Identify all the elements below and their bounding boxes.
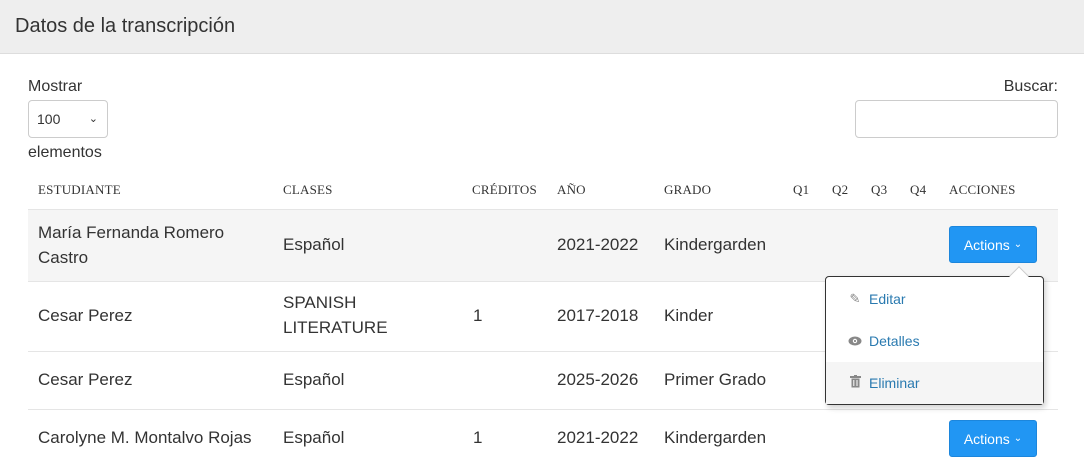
header-q2[interactable]: Q2: [832, 182, 848, 198]
chevron-down-icon: ⌄: [1013, 433, 1023, 444]
search-label: Buscar:: [1003, 78, 1058, 95]
header-student[interactable]: ESTUDIANTE: [38, 182, 121, 198]
actions-button[interactable]: Actions ⌄: [949, 420, 1037, 457]
page-length-select[interactable]: 100 ⌄: [28, 100, 108, 138]
eye-icon: [848, 334, 862, 349]
cell-classes: Español: [283, 370, 345, 389]
header-q3[interactable]: Q3: [871, 182, 887, 198]
cell-credits: 1: [473, 306, 483, 325]
header-q4[interactable]: Q4: [910, 182, 926, 198]
actions-dropdown-menu: ✎ Editar Detalles Eliminar: [825, 266, 1044, 405]
menu-item-label: Editar: [869, 291, 906, 307]
cell-grade: Kinder: [664, 306, 714, 325]
cell-student: Cesar Perez: [38, 370, 133, 389]
length-suffix: elementos: [28, 144, 102, 161]
menu-item-label: Detalles: [869, 333, 920, 349]
panel-header: Datos de la transcripción: [0, 0, 1084, 54]
edit-icon: ✎: [849, 291, 861, 306]
header-q1[interactable]: Q1: [793, 182, 809, 198]
actions-button-label: Actions: [963, 236, 1010, 253]
cell-classes: Español: [283, 428, 345, 447]
header-year[interactable]: AÑO: [557, 182, 586, 198]
cell-student: María Fernanda Romero Castro: [38, 223, 225, 267]
cell-classes: SPANISH LITERATURE: [283, 293, 388, 337]
menu-item-edit[interactable]: ✎ Editar: [826, 278, 1043, 320]
cell-student: Cesar Perez: [38, 306, 133, 325]
header-classes[interactable]: CLASES: [283, 182, 333, 198]
search-input[interactable]: [855, 100, 1058, 138]
header-grade[interactable]: GRADO: [664, 182, 711, 198]
menu-item-label: Eliminar: [869, 375, 920, 391]
cell-year: 2021-2022: [557, 235, 639, 254]
header-credits[interactable]: CRÉDITOS: [472, 182, 537, 198]
cell-credits: 1: [473, 428, 483, 447]
trash-icon: [848, 375, 862, 391]
panel-title: Datos de la transcripción: [15, 15, 236, 37]
cell-grade: Kindergarden: [664, 428, 767, 447]
cell-year: 2017-2018: [557, 306, 639, 325]
actions-button[interactable]: Actions ⌄: [949, 226, 1037, 263]
cell-classes: Español: [283, 235, 345, 254]
cell-year: 2025-2026: [557, 370, 639, 389]
menu-item-delete[interactable]: Eliminar: [826, 362, 1043, 404]
chevron-down-icon: ⌄: [88, 113, 98, 125]
actions-button-label: Actions: [963, 430, 1010, 447]
cell-year: 2021-2022: [557, 428, 639, 447]
cell-grade: Primer Grado: [664, 370, 767, 389]
cell-grade: Kindergarden: [664, 235, 767, 254]
header-actions: ACCIONES: [949, 182, 1016, 197]
length-label: Mostrar: [28, 78, 83, 95]
menu-item-details[interactable]: Detalles: [826, 320, 1043, 362]
cell-student: Carolyne M. Montalvo Rojas: [38, 428, 252, 447]
chevron-down-icon: ⌄: [1013, 239, 1023, 250]
page-length-value: 100: [37, 111, 61, 127]
